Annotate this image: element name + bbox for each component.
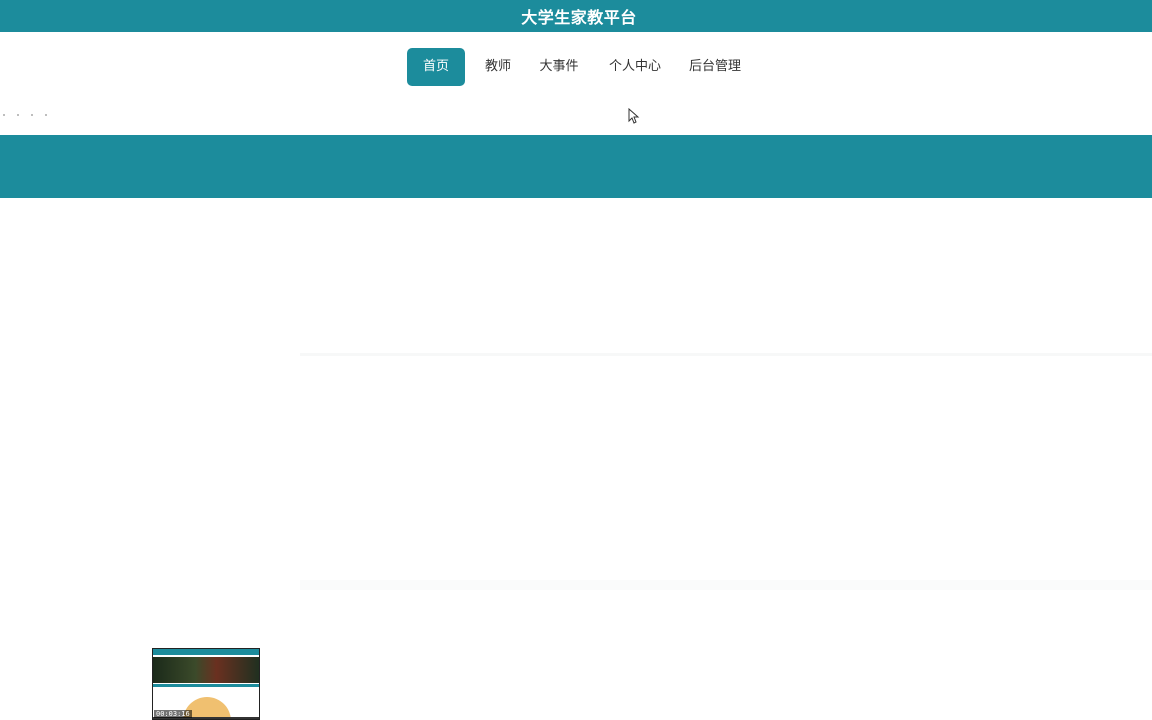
video-preview-thumbnail[interactable]: 00:03:16 [152,648,260,720]
loading-dots [0,104,60,116]
mouse-pointer-icon [628,107,640,124]
thumbnail-header [153,649,259,655]
nav-item-events[interactable]: 大事件 [533,48,585,86]
nav-item-teachers[interactable]: 教师 [478,48,518,86]
nav-item-admin[interactable]: 后台管理 [684,48,746,86]
content-divider [300,353,1152,356]
hero-banner [0,135,1152,198]
main-navigation: 首页 教师 大事件 个人中心 后台管理 [0,34,1152,100]
nav-item-home[interactable]: 首页 [407,48,465,86]
nav-item-personal-center[interactable]: 个人中心 [604,48,666,86]
thumbnail-timestamp: 00:03:16 [154,710,192,718]
site-title: 大学生家教平台 [521,8,637,27]
content-divider [300,580,1152,590]
thumbnail-strip [153,684,259,687]
thumbnail-image [153,657,259,683]
